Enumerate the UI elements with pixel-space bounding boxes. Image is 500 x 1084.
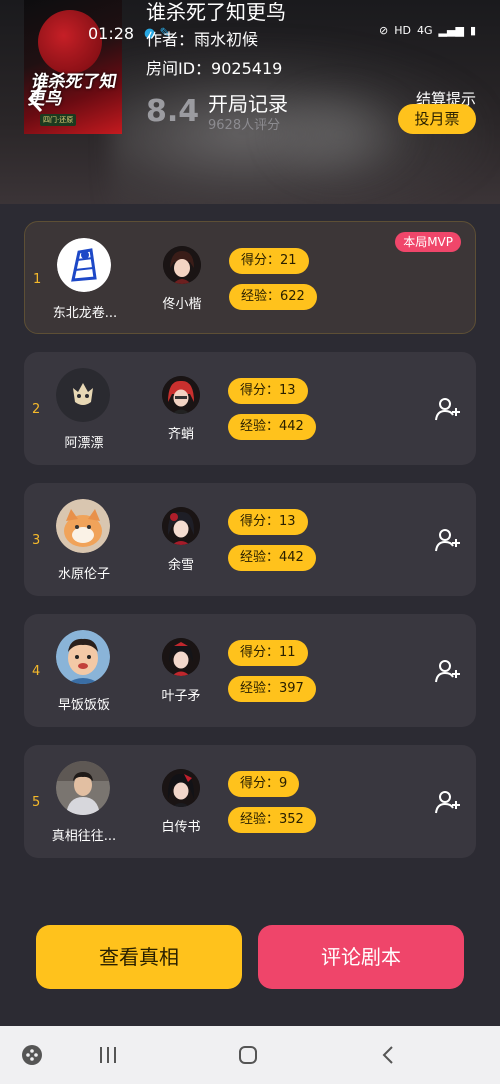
nav-back-icon[interactable]: [358, 1026, 418, 1084]
home-icon[interactable]: [218, 1026, 278, 1084]
avatar[interactable]: [57, 238, 111, 292]
rank-number: 5: [32, 795, 41, 810]
add-friend-icon[interactable]: [434, 789, 462, 815]
cover-badge: 四门·还原: [40, 114, 77, 126]
character-name: 叶子矛: [161, 689, 201, 704]
character-name: 齐蛸: [167, 427, 194, 442]
avatar[interactable]: [56, 368, 110, 422]
signal-icon: ▂▄▆: [438, 24, 464, 37]
vote-monthly-ticket-button[interactable]: 投月票: [398, 104, 476, 134]
score-pill: 得分：13: [228, 378, 308, 404]
experience-pill: 经验：442: [228, 545, 316, 571]
add-friend-icon[interactable]: [434, 396, 462, 422]
player-card: 3 水原伦子 余雪 得分：13 经验：442: [24, 483, 476, 596]
status-time: 01:28: [88, 24, 135, 43]
comment-script-button[interactable]: 评论剧本: [258, 925, 464, 989]
player-nickname: 东北龙卷...: [52, 306, 118, 321]
dnd-icon: ⊘: [379, 24, 389, 37]
rating-count: 9628人评分: [208, 118, 281, 133]
status-indicators: ⊘ HD 4G ▂▄▆ ▮: [379, 24, 476, 37]
rating-score: 8.4: [146, 94, 200, 129]
player-card: 1 东北龙卷... 佟小楷 得分：21 经验：622 本局MVP: [24, 221, 476, 334]
system-navigation-bar: [0, 1026, 500, 1084]
character-name: 白传书: [161, 820, 201, 835]
avatar[interactable]: [56, 499, 110, 553]
experience-pill: 经验：397: [228, 676, 316, 702]
mvp-badge: 本局MVP: [395, 232, 461, 252]
player-result-list: 1 东北龙卷... 佟小楷 得分：21 经验：622 本局MVP 2 阿漂漂 齐…: [24, 221, 476, 876]
rank-number: 1: [33, 272, 42, 287]
player-card: 4 早饭饭饭 叶子矛 得分：11 经验：397: [24, 614, 476, 727]
character-avatar: [162, 376, 200, 414]
player-nickname: 真相往往...: [51, 829, 117, 844]
character-avatar: [162, 507, 200, 545]
score-pill: 得分：11: [228, 640, 308, 666]
recent-apps-icon[interactable]: [78, 1026, 138, 1084]
author-line: 作者：雨水初候: [146, 30, 259, 49]
page-title: 开局记录: [208, 92, 288, 116]
score-pill: 得分：21: [229, 248, 309, 274]
player-card: 5 真相往往... 白传书 得分：9 经验：352: [24, 745, 476, 858]
room-id: 房间ID：9025419: [146, 59, 283, 78]
add-friend-icon[interactable]: [434, 527, 462, 553]
view-truth-button[interactable]: 查看真相: [36, 925, 242, 989]
player-nickname: 阿漂漂: [64, 436, 104, 451]
character-avatar: [163, 246, 201, 284]
score-pill: 得分：9: [228, 771, 300, 797]
player-nickname: 水原伦子: [57, 567, 110, 582]
character-avatar: [162, 638, 200, 676]
character-name: 余雪: [167, 558, 194, 573]
hd-label: HD: [394, 24, 412, 37]
avatar[interactable]: [56, 761, 110, 815]
signal-label: 4G: [417, 24, 433, 37]
experience-pill: 经验：352: [228, 807, 316, 833]
game-launcher-icon[interactable]: [2, 1026, 62, 1084]
header-banner: 谁杀死了知更鸟 四门·还原 01:28 ● ✎ ⊘ HD 4G ▂▄▆ ▮ 谁杀…: [0, 0, 500, 204]
add-friend-icon[interactable]: [434, 658, 462, 684]
rank-number: 3: [32, 533, 41, 548]
player-nickname: 早饭饭饭: [57, 698, 110, 713]
battery-icon: ▮: [469, 24, 476, 37]
character-name: 佟小楷: [162, 297, 202, 312]
avatar[interactable]: [56, 630, 110, 684]
rank-number: 2: [32, 402, 41, 417]
experience-pill: 经验：442: [228, 414, 316, 440]
rank-number: 4: [32, 664, 41, 679]
script-title: 谁杀死了知更鸟: [146, 0, 286, 24]
player-card: 2 阿漂漂 齐蛸 得分：13 经验：442: [24, 352, 476, 465]
character-avatar: [162, 769, 200, 807]
score-pill: 得分：13: [228, 509, 308, 535]
experience-pill: 经验：622: [229, 284, 317, 310]
back-arrow-icon[interactable]: [26, 84, 44, 120]
